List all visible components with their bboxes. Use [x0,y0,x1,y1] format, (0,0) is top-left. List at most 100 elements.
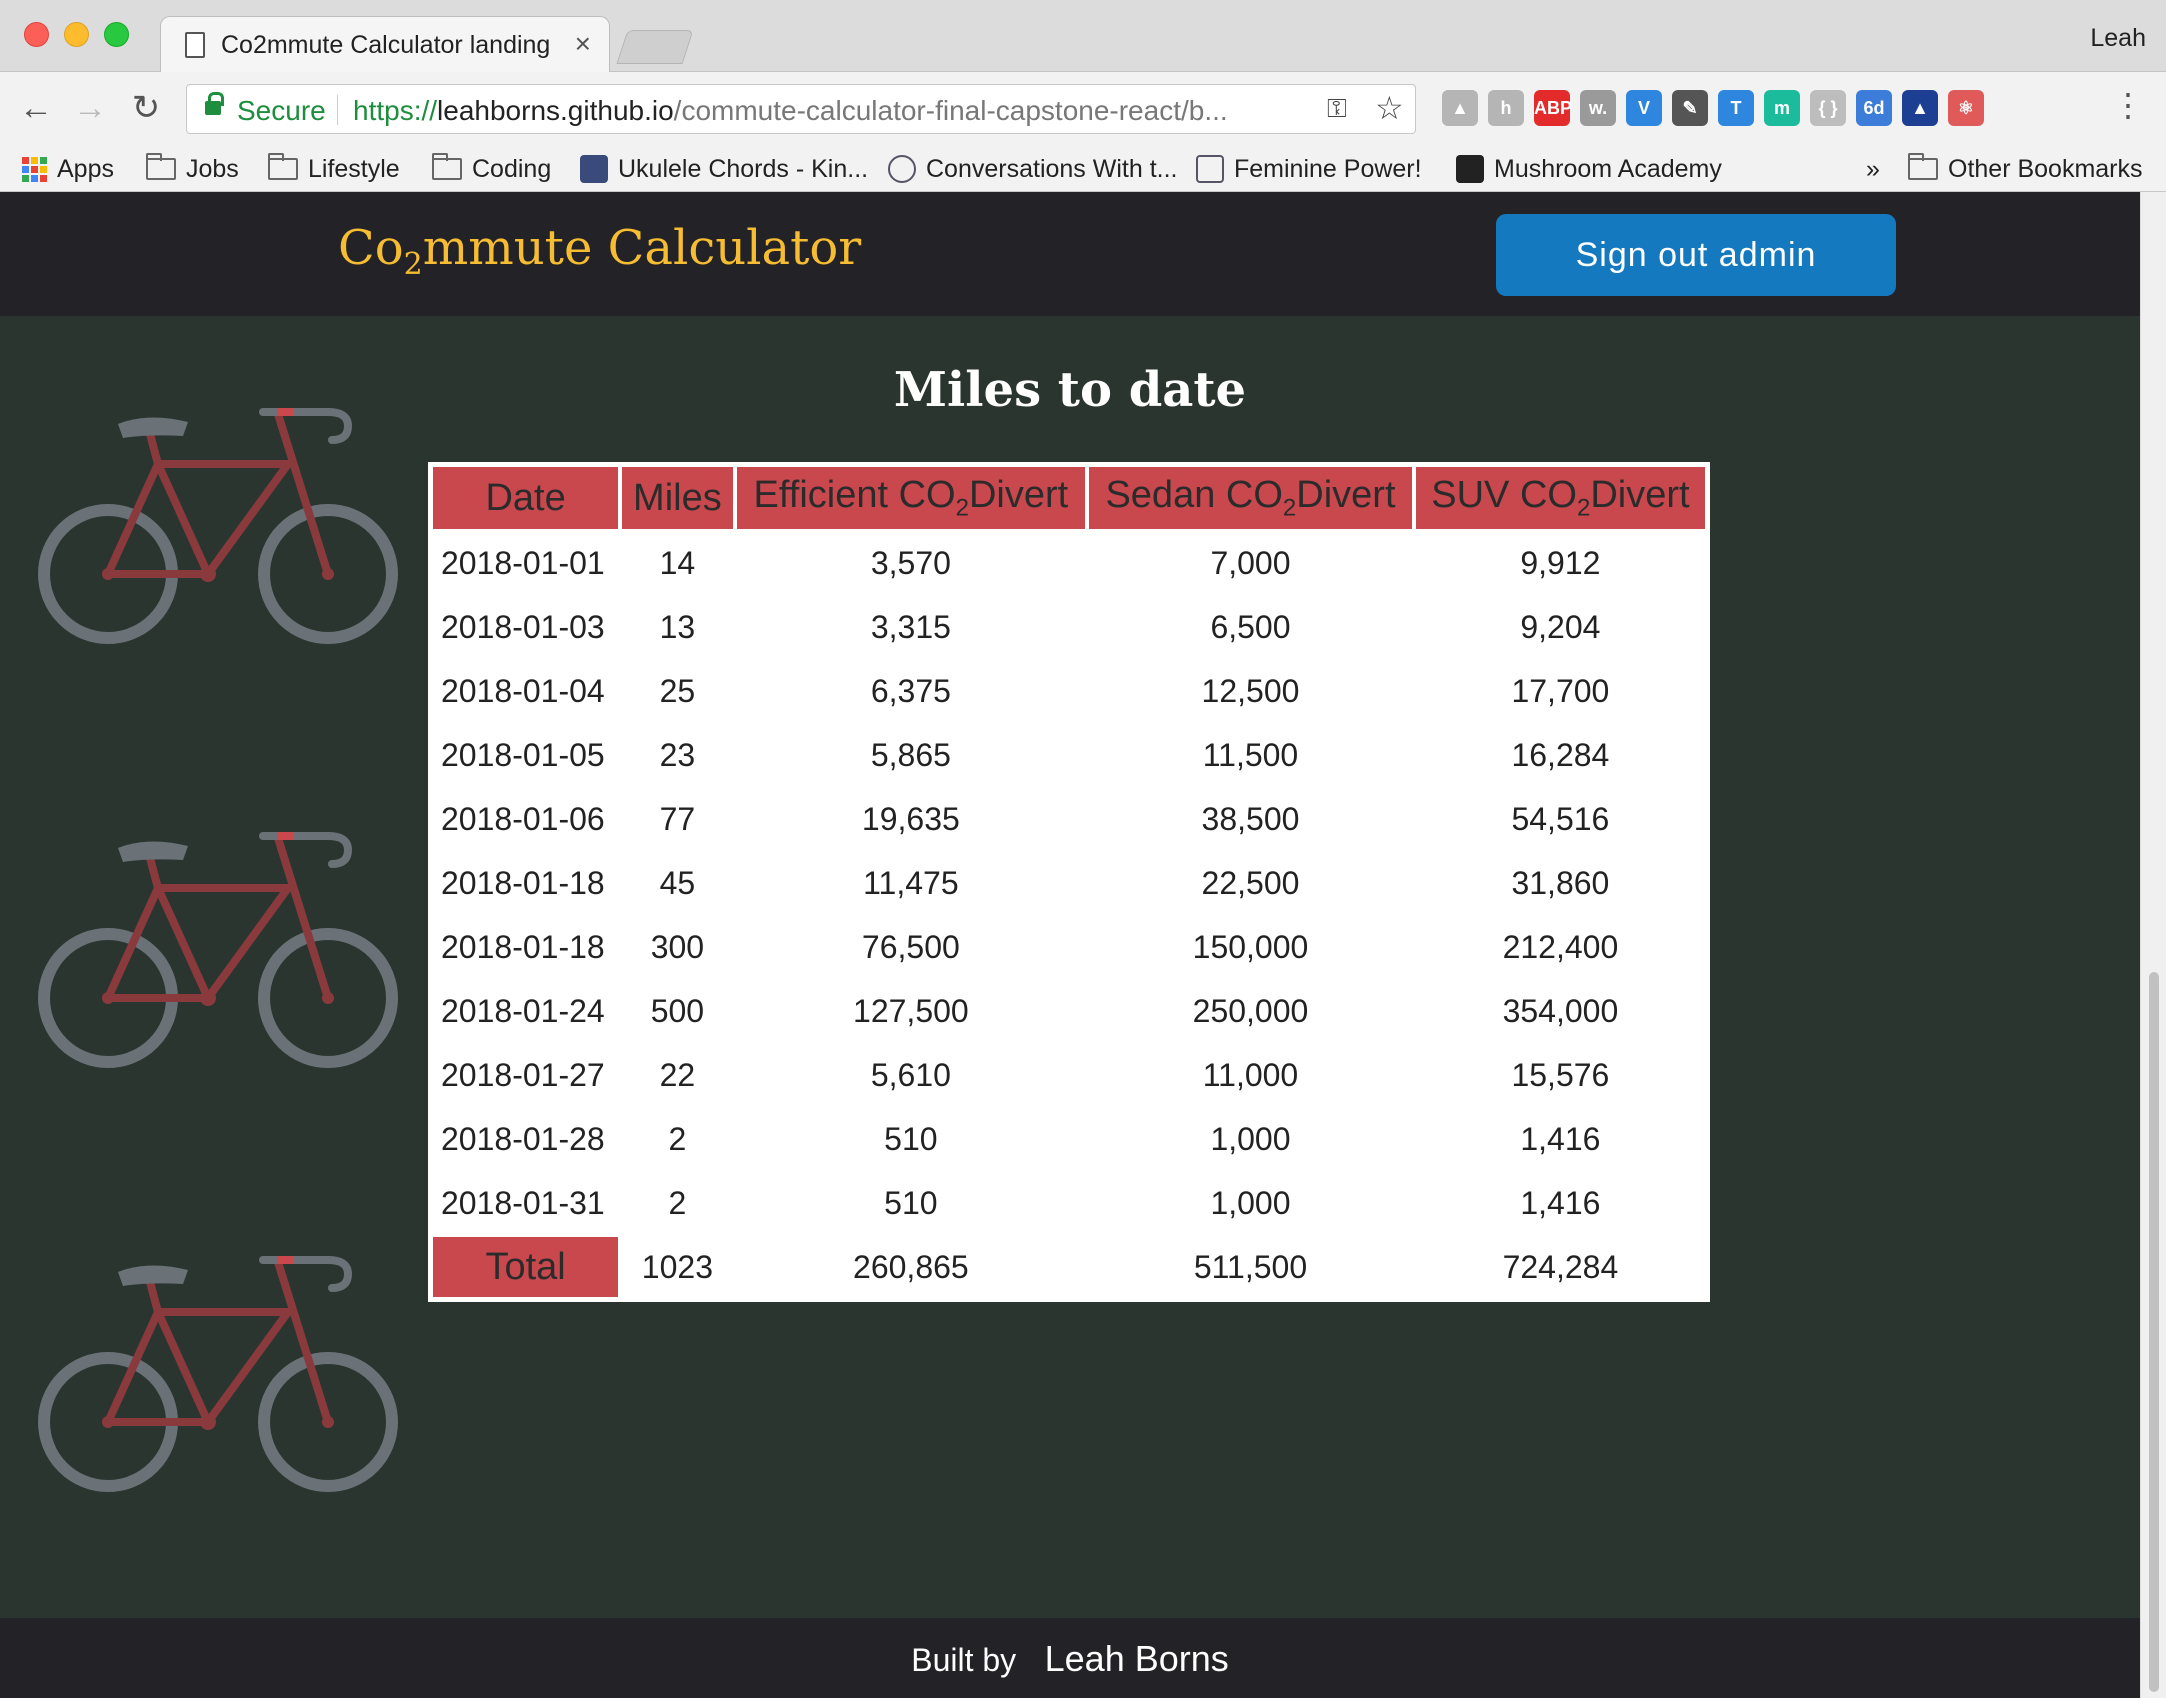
bookmarks-overflow-icon[interactable]: » [1866,152,1880,186]
browser-toolbar: ← → ↻ Secure https://leahborns.github.io… [0,72,2166,146]
header-text-suffix: Divert [1590,473,1690,516]
menu-kebab-icon[interactable]: ⋮ [2112,86,2144,124]
folder-icon [1908,153,1938,180]
browser-tab-bar: Co2mmute Calculator landing p × Leah [0,0,2166,72]
table-header-row: Date Miles Efficient CO2Divert Sedan CO2Div… [433,467,1705,529]
page-scrollbar[interactable] [2140,192,2166,1698]
w-extension-icon[interactable]: w. [1580,90,1616,126]
eyedropper-icon[interactable]: ✎ [1672,90,1708,126]
bicycle-icon [38,404,408,664]
table-cell: 354,000 [1502,992,1619,1029]
table-cell: 1,416 [1520,1184,1601,1221]
new-tab-button[interactable] [616,30,694,64]
bookmark-label: Feminine Power! [1234,154,1422,183]
table-cell: 150,000 [1192,928,1309,965]
sign-out-button[interactable]: Sign out admin [1496,214,1896,296]
v-extension-icon[interactable]: V [1626,90,1662,126]
folder-icon [268,153,298,180]
m-extension-icon[interactable]: m [1764,90,1800,126]
built-by-label: Built by [911,1642,1017,1678]
table-cell: 7,000 [1210,544,1291,581]
t-extension-icon[interactable]: T [1718,90,1754,126]
bookmark-feminine[interactable]: Feminine Power! [1196,152,1422,186]
table-cell: 14 [659,544,696,581]
table-cell: 31,860 [1511,864,1610,901]
window-close-button[interactable] [24,22,49,47]
adblock-plus-icon[interactable]: ABP [1534,90,1572,126]
page-heading: Miles to date [893,362,1247,418]
table-cell: 54,516 [1511,800,1610,837]
bookmark-lifestyle[interactable]: Lifestyle [268,152,400,186]
table-cell: 5,865 [870,736,951,773]
bookmark-label: Ukulele Chords - Kin... [618,154,869,183]
h-extension-icon[interactable]: h [1488,90,1524,126]
table-cell: 11,475 [863,864,959,901]
other-bookmarks[interactable]: Other Bookmarks [1908,152,2143,186]
compass-icon [888,155,916,183]
table-cell: 13 [659,608,696,645]
scrollbar-thumb[interactable] [2149,972,2159,1692]
table-cell: 3,315 [870,608,951,645]
lock-icon [205,92,224,115]
key-icon[interactable]: ⚿ [1327,93,1347,125]
table-row: 2018-01-18 300 76,500 150,000 212,400 [433,917,1705,977]
table-cell: 6,375 [870,672,951,709]
profile-name[interactable]: Leah [2090,24,2146,53]
column-header: Sedan CO2Divert [1089,467,1412,529]
drive-extension-icon[interactable]: ▲ [1442,90,1478,126]
table-cell: 2018-01-05 [441,736,605,773]
window-minimize-button[interactable] [64,22,89,47]
bookmark-star-icon[interactable]: ☆ [1375,89,1404,127]
other-bookmarks-label: Other Bookmarks [1948,154,2143,183]
bookmark-conversations[interactable]: Conversations With t... [888,152,1177,186]
table-cell: 12,500 [1201,672,1300,709]
table-cell: 510 [884,1120,938,1157]
bookmarks-bar: Apps Jobs Lifestyle Coding Ukulele Chords - … [0,146,2166,192]
table-cell: 2 [668,1120,687,1157]
table-cell: 2018-01-18 [441,864,605,901]
address-bar[interactable]: Secure https://leahborns.github.io/commu… [186,84,1416,134]
table-cell: 2018-01-04 [441,672,605,709]
miles-table: Date Miles Efficient CO2Divert Sedan CO2Div… [428,462,1710,1302]
tab-close-icon[interactable]: × [575,28,591,60]
url-text[interactable]: https://leahborns.github.io/commute-calc… [353,95,1313,127]
bookmark-ukulele[interactable]: Ukulele Chords - Kin... [580,152,868,186]
total-cell: 260,865 [853,1248,969,1285]
back-arrow-icon[interactable]: ← [14,86,58,130]
brand-title[interactable]: Co2mmute Calculator [338,220,861,282]
bookmark-apps[interactable]: Apps [22,152,114,186]
table-cell: 1,000 [1210,1120,1291,1157]
calendar-extension-icon[interactable]: 6d [1856,90,1892,126]
forward-arrow-icon[interactable]: → [68,86,112,130]
tab-title: Co2mmute Calculator landing p [221,31,551,59]
react-devtools-icon[interactable]: ⚛ [1948,90,1984,126]
folder-icon [432,153,462,180]
table-row: 2018-01-06 77 19,635 38,500 54,516 [433,789,1705,849]
bookmark-mushroom[interactable]: Mushroom Academy [1456,152,1722,186]
table-row: 2018-01-03 13 3,315 6,500 9,204 [433,597,1705,657]
table-cell: 2018-01-01 [441,544,605,581]
table-cell: 11,500 [1202,736,1299,773]
table-cell: 2018-01-03 [441,608,605,645]
bookmark-label: Jobs [186,154,239,183]
folder-icon [146,153,176,180]
browser-tab-active[interactable]: Co2mmute Calculator landing p × [160,16,610,72]
header-subscript: 2 [1576,494,1591,522]
header-text: SUV CO [1431,473,1577,516]
json-extension-icon[interactable]: { } [1810,90,1846,126]
url-host: leahborns.github.io [437,95,674,126]
column-header: Miles [622,467,733,529]
table-row: 2018-01-24 500 127,500 250,000 354,000 [433,981,1705,1041]
mushroom-icon [1456,155,1484,183]
bookmark-coding[interactable]: Coding [432,152,551,186]
axe-extension-icon[interactable]: ▲ [1902,90,1938,126]
bookmark-jobs[interactable]: Jobs [146,152,239,186]
reload-icon[interactable]: ↻ [124,86,168,130]
table-cell: 2018-01-24 [441,992,605,1029]
table-cell: 6,500 [1210,608,1291,645]
bicycle-icon [38,828,408,1088]
table-row: 2018-01-05 23 5,865 11,500 16,284 [433,725,1705,785]
total-cell: 1023 [641,1248,713,1285]
table-cell: 17,700 [1511,672,1610,709]
window-zoom-button[interactable] [104,22,129,47]
